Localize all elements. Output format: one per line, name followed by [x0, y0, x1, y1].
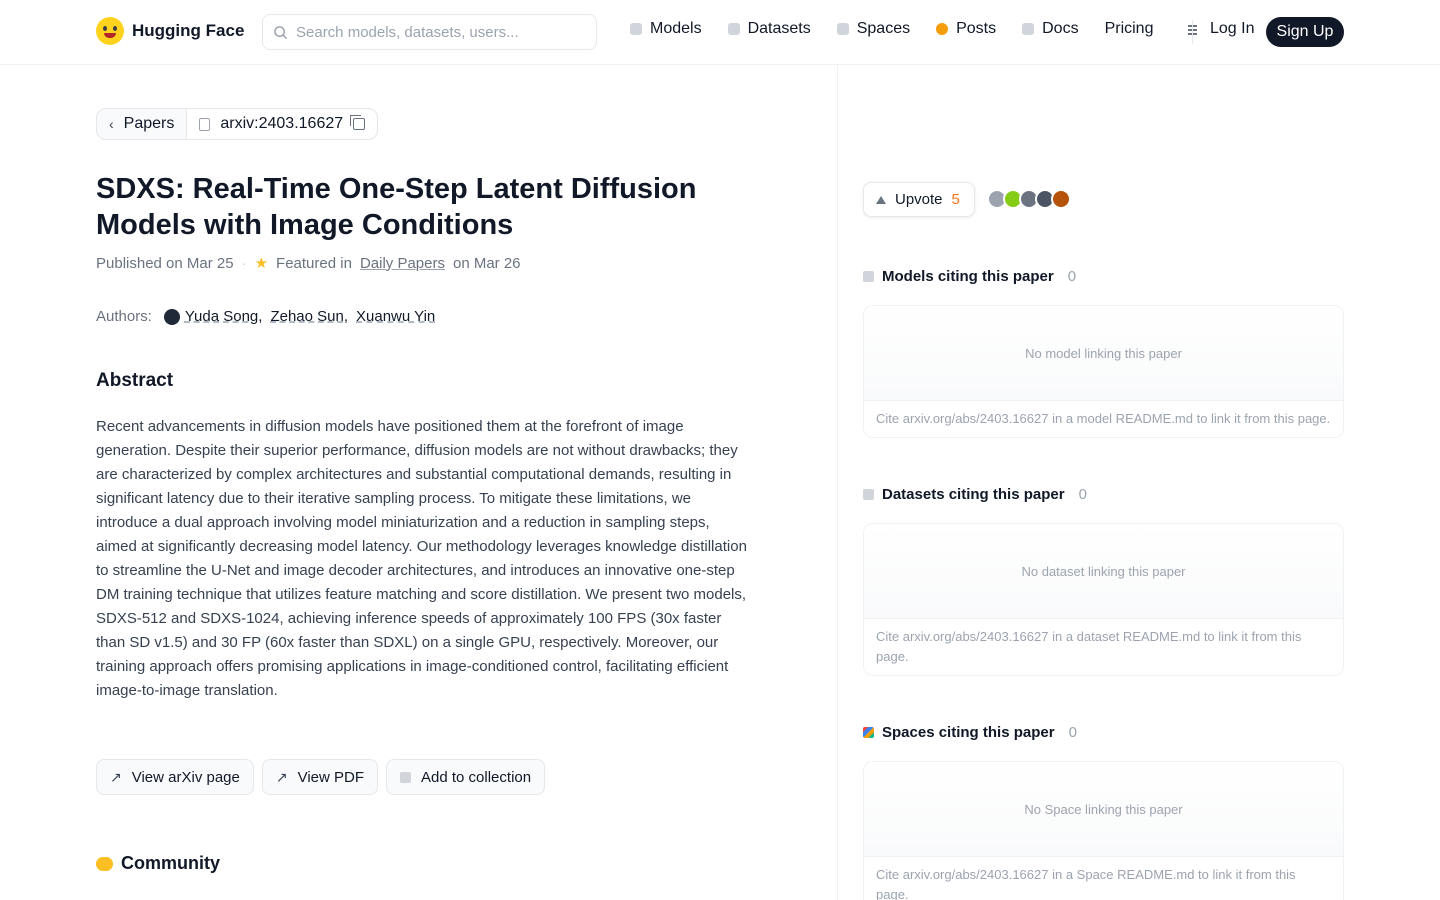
models-cite-hint: Cite arxiv.org/abs/2403.16627 in a model… — [864, 401, 1343, 437]
publication-info: Published on Mar 25 · ★ Featured in Dail… — [96, 254, 521, 273]
chevron-left-icon: ‹ — [109, 116, 114, 132]
view-arxiv-button[interactable]: ↗ View arXiv page — [96, 759, 254, 795]
models-citing-title: Models citing this paper — [882, 268, 1054, 285]
published-date: Published on Mar 25 — [96, 254, 234, 272]
nav-docs-label: Docs — [1042, 20, 1079, 37]
more-menu-icon — [1179, 22, 1198, 36]
nav-models[interactable]: Models — [630, 20, 702, 38]
author-avatar — [163, 308, 180, 325]
spaces-grid-icon — [863, 727, 874, 738]
author-link[interactable]: Xuanwu Yin — [356, 308, 435, 325]
home-logo-link[interactable]: Hugging Face — [96, 17, 244, 45]
login-link[interactable]: Log In — [1210, 20, 1254, 38]
page-title: SDXS: Real-Time One-Step Latent Diffusio… — [96, 173, 697, 241]
document-icon — [199, 117, 211, 131]
grid-icon — [836, 23, 849, 35]
nav-more-button[interactable] — [1179, 22, 1198, 36]
external-link-icon: ↗ — [275, 768, 288, 785]
models-empty-state: No model linking this paper — [864, 306, 1343, 401]
database-icon — [727, 23, 740, 35]
datasets-citing-title: Datasets citing this paper — [882, 486, 1065, 503]
paper-actions: ↗ View arXiv page ↗ View PDF Add to collec… — [96, 759, 546, 795]
datasets-citing-card: No dataset linking this paper Cite arxiv… — [863, 523, 1344, 676]
spaces-citing-card: No Space linking this paper Cite arxiv.o… — [863, 761, 1344, 900]
author-separator: , — [343, 308, 349, 325]
top-nav-bar: Hugging Face Models Datasets Spaces Post… — [0, 0, 1440, 65]
nav-posts-label: Posts — [956, 20, 997, 37]
cube-icon — [630, 23, 642, 35]
database-icon — [863, 489, 874, 500]
view-pdf-label: View PDF — [297, 768, 365, 786]
separator-dot: · — [241, 254, 247, 272]
paper-sidebar: Upvote 5 Models citing this paper 0 No m… — [839, 65, 1440, 900]
nav-spaces-label: Spaces — [856, 20, 911, 37]
collection-icon — [400, 771, 412, 783]
authors-list: Authors: Yuda Song, Zehao Sun, Xuanwu Yi… — [96, 308, 435, 325]
search-input[interactable] — [296, 23, 576, 41]
nav-docs[interactable]: Docs — [1022, 20, 1079, 38]
main-nav: Models Datasets Spaces Posts Docs Pricin… — [630, 20, 1198, 38]
back-to-papers-link[interactable]: ‹ Papers — [97, 109, 186, 139]
spaces-citing-title: Spaces citing this paper — [882, 724, 1055, 741]
spaces-citing-count: 0 — [1068, 724, 1077, 741]
view-pdf-button[interactable]: ↗ View PDF — [261, 759, 379, 795]
upvote-arrow-icon — [876, 195, 886, 204]
featured-date: on Mar 26 — [452, 254, 521, 272]
models-citing-heading: Models citing this paper 0 — [863, 268, 1076, 285]
copy-icon[interactable] — [350, 115, 366, 130]
add-to-collection-label: Add to collection — [421, 768, 532, 786]
nav-pricing[interactable]: Pricing — [1105, 20, 1154, 38]
upvote-label: Upvote — [895, 191, 943, 208]
datasets-citing-count: 0 — [1078, 486, 1087, 503]
datasets-empty-state: No dataset linking this paper — [864, 524, 1343, 619]
hugging-face-logo-icon — [96, 17, 124, 45]
view-arxiv-label: View arXiv page — [131, 768, 240, 786]
community-label: Community — [121, 853, 220, 873]
brand-name: Hugging Face — [132, 21, 245, 40]
featured-prefix: Featured in — [276, 254, 352, 272]
models-citing-card: No model linking this paper Cite arxiv.o… — [863, 305, 1344, 438]
abstract-heading: Abstract — [96, 370, 174, 391]
search-icon — [274, 25, 288, 39]
paper-id: arxiv:2403.16627 — [220, 115, 344, 132]
add-to-collection-button[interactable]: Add to collection — [386, 759, 546, 795]
nav-spaces[interactable]: Spaces — [836, 20, 911, 38]
author-link[interactable]: Yuda Song — [185, 308, 258, 325]
nav-datasets-label: Datasets — [747, 20, 811, 37]
abstract-text: Recent advancements in diffusion models … — [96, 418, 747, 699]
upvote-count: 5 — [951, 191, 960, 208]
author-separator: , — [258, 308, 263, 325]
star-icon: ★ — [254, 255, 269, 272]
spaces-citing-heading: Spaces citing this paper 0 — [863, 724, 1077, 741]
hugging-hands-icon — [96, 856, 113, 871]
search-box[interactable] — [262, 14, 597, 50]
models-citing-count: 0 — [1067, 268, 1077, 285]
breadcrumb-papers-label: Papers — [123, 115, 175, 132]
external-link-icon: ↗ — [110, 768, 122, 785]
voter-avatars — [987, 189, 1071, 209]
docs-icon — [1022, 23, 1035, 35]
posts-icon — [936, 23, 949, 35]
community-heading: Community — [96, 853, 220, 874]
datasets-citing-heading: Datasets citing this paper 0 — [863, 486, 1087, 503]
nav-pricing-label: Pricing — [1104, 20, 1154, 37]
nav-divider — [1192, 20, 1193, 44]
voter-avatar[interactable] — [1051, 189, 1071, 209]
paper-id-chip: arxiv:2403.16627 — [186, 109, 378, 139]
upvote-button[interactable]: Upvote 5 — [863, 182, 975, 217]
cube-icon — [863, 271, 874, 282]
nav-posts[interactable]: Posts — [936, 20, 996, 38]
authors-label: Authors: — [96, 308, 152, 325]
spaces-cite-hint: Cite arxiv.org/abs/2403.16627 in a Space… — [864, 857, 1343, 900]
nav-models-label: Models — [650, 20, 702, 37]
breadcrumb: ‹ Papers arxiv:2403.16627 — [96, 108, 379, 140]
spaces-empty-state: No Space linking this paper — [864, 762, 1343, 857]
datasets-cite-hint: Cite arxiv.org/abs/2403.16627 in a datas… — [864, 619, 1343, 675]
author-link[interactable]: Zehao Sun — [270, 308, 343, 325]
daily-papers-link[interactable]: Daily Papers — [360, 255, 445, 272]
paper-main-column: ‹ Papers arxiv:2403.16627 SDXS: Real-Tim… — [0, 65, 838, 900]
nav-datasets[interactable]: Datasets — [727, 20, 811, 38]
signup-button[interactable]: Sign Up — [1266, 17, 1344, 47]
